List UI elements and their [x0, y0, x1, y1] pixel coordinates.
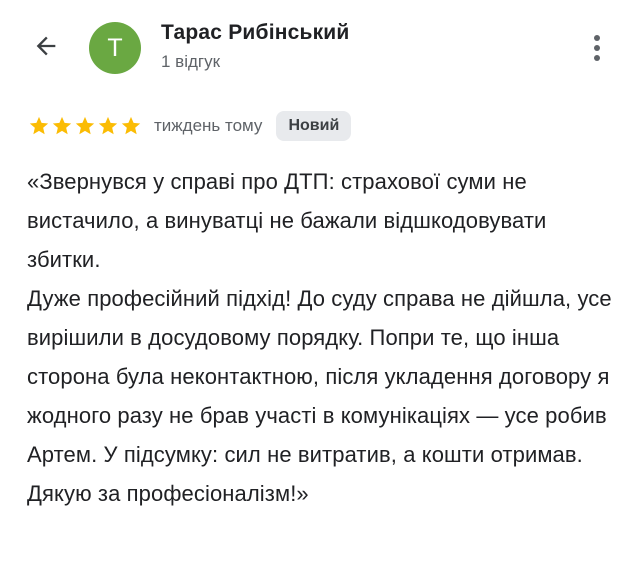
star-icon: [121, 116, 141, 135]
author-reviews-count: 1 відгук: [161, 52, 221, 71]
more-vertical-icon-dot: [594, 45, 600, 51]
review-time: тиждень тому: [154, 116, 263, 135]
author-name[interactable]: Тарас Рибінський: [161, 21, 350, 45]
avatar[interactable]: Т: [89, 22, 141, 74]
review-meta: тиждень тому Новий: [28, 110, 352, 142]
star-rating: [28, 115, 142, 137]
avatar-letter: Т: [107, 33, 123, 62]
new-badge: Новий: [276, 111, 352, 141]
star-icon: [29, 116, 49, 135]
review-text: «Звернувся у справі про ДТП: страхової с…: [27, 169, 612, 506]
arrow-back-icon: [36, 36, 56, 56]
more-options-button[interactable]: [582, 30, 612, 66]
star-icon: [52, 116, 72, 135]
star-icon: [98, 116, 118, 135]
back-button[interactable]: [28, 28, 64, 64]
star-icon: [75, 116, 95, 135]
review-header: Т Тарас Рибінський 1 відгук: [0, 0, 644, 100]
more-vertical-icon: [594, 35, 600, 41]
more-vertical-icon-dot: [594, 55, 600, 61]
